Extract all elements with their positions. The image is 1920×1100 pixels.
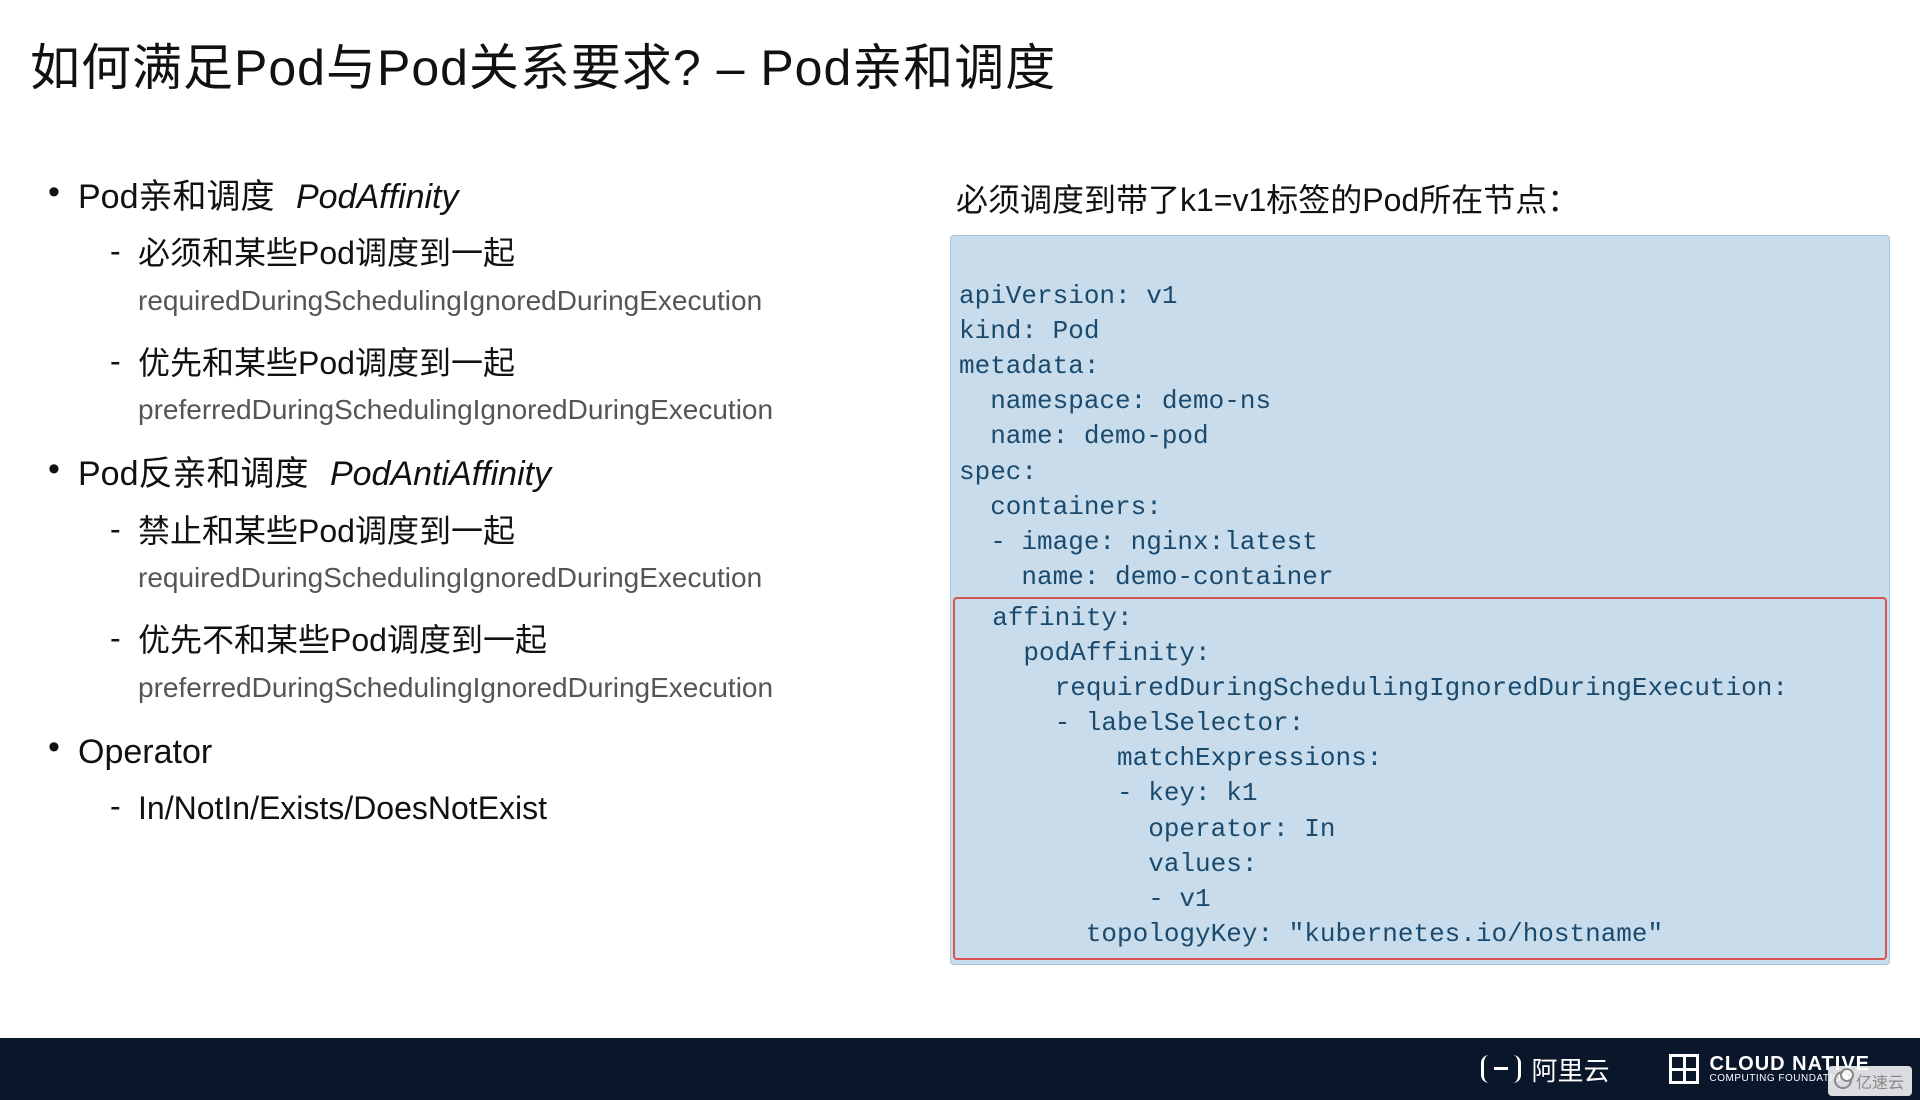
left-column: Pod亲和调度 PodAffinity 必须和某些Pod调度到一起 requir… bbox=[30, 175, 910, 965]
sub-item: In/NotIn/Exists/DoesNotExist bbox=[78, 788, 910, 830]
bullet-item: Pod反亲和调度 PodAntiAffinity 禁止和某些Pod调度到一起 r… bbox=[40, 452, 910, 703]
bullet-label: Pod反亲和调度 PodAntiAffinity bbox=[78, 455, 551, 493]
bullet-item: Pod亲和调度 PodAffinity 必须和某些Pod调度到一起 requir… bbox=[40, 175, 910, 426]
sub-desc: requiredDuringSchedulingIgnoredDuringExe… bbox=[138, 285, 910, 317]
sub-desc: preferredDuringSchedulingIgnoredDuringEx… bbox=[138, 672, 910, 704]
sub-list: In/NotIn/Exists/DoesNotExist bbox=[78, 788, 910, 830]
bullet-term: PodAntiAffinity bbox=[330, 455, 551, 493]
code-section-top: apiVersion: v1 kind: Pod metadata: names… bbox=[959, 279, 1881, 595]
sub-list: 必须和某些Pod调度到一起 requiredDuringSchedulingIg… bbox=[78, 233, 910, 426]
bullet-label: Pod亲和调度 PodAffinity bbox=[78, 178, 458, 216]
code-heading: 必须调度到带了k1=v1标签的Pod所在节点： bbox=[950, 175, 1890, 221]
code-section-highlight: affinity: podAffinity: requiredDuringSch… bbox=[961, 601, 1879, 952]
yaml-code-block: apiVersion: v1 kind: Pod metadata: names… bbox=[950, 235, 1890, 965]
aliyun-text: 阿里云 bbox=[1531, 1051, 1609, 1088]
aliyun-logo: 阿里云 bbox=[1481, 1051, 1609, 1088]
slide-title: 如何满足Pod与Pod关系要求? – Pod亲和调度 bbox=[30, 28, 1890, 100]
bullet-term: PodAffinity bbox=[296, 178, 459, 216]
slide: 如何满足Pod与Pod关系要求? – Pod亲和调度 Pod亲和调度 PodAf… bbox=[0, 0, 1920, 1100]
watermark: 亿速云 bbox=[1828, 1066, 1912, 1096]
aliyun-icon bbox=[1481, 1055, 1521, 1083]
sub-item: 禁止和某些Pod调度到一起 requiredDuringSchedulingIg… bbox=[78, 511, 910, 595]
sub-label: 禁止和某些Pod调度到一起 bbox=[138, 513, 515, 549]
sub-label: 优先不和某些Pod调度到一起 bbox=[138, 622, 547, 658]
cncf-icon bbox=[1669, 1054, 1699, 1084]
sub-label: In/NotIn/Exists/DoesNotExist bbox=[138, 790, 547, 826]
sub-item: 优先和某些Pod调度到一起 preferredDuringSchedulingI… bbox=[78, 343, 910, 427]
sub-list: 禁止和某些Pod调度到一起 requiredDuringSchedulingIg… bbox=[78, 511, 910, 704]
content-area: Pod亲和调度 PodAffinity 必须和某些Pod调度到一起 requir… bbox=[30, 175, 1890, 965]
footer-bar: 阿里云 CLOUD NATIVE COMPUTING FOUNDATION bbox=[0, 1038, 1920, 1100]
bullet-list: Pod亲和调度 PodAffinity 必须和某些Pod调度到一起 requir… bbox=[40, 175, 910, 830]
bullet-label: Operator bbox=[78, 733, 212, 771]
sub-item: 优先不和某些Pod调度到一起 preferredDuringScheduling… bbox=[78, 620, 910, 704]
sub-label: 必须和某些Pod调度到一起 bbox=[138, 235, 515, 271]
code-highlight-box: affinity: podAffinity: requiredDuringSch… bbox=[953, 597, 1887, 960]
sub-desc: requiredDuringSchedulingIgnoredDuringExe… bbox=[138, 562, 910, 594]
sub-item: 必须和某些Pod调度到一起 requiredDuringSchedulingIg… bbox=[78, 233, 910, 317]
right-column: 必须调度到带了k1=v1标签的Pod所在节点： apiVersion: v1 k… bbox=[950, 175, 1890, 965]
sub-label: 优先和某些Pod调度到一起 bbox=[138, 345, 515, 381]
bullet-item: Operator In/NotIn/Exists/DoesNotExist bbox=[40, 730, 910, 830]
sub-desc: preferredDuringSchedulingIgnoredDuringEx… bbox=[138, 394, 910, 426]
